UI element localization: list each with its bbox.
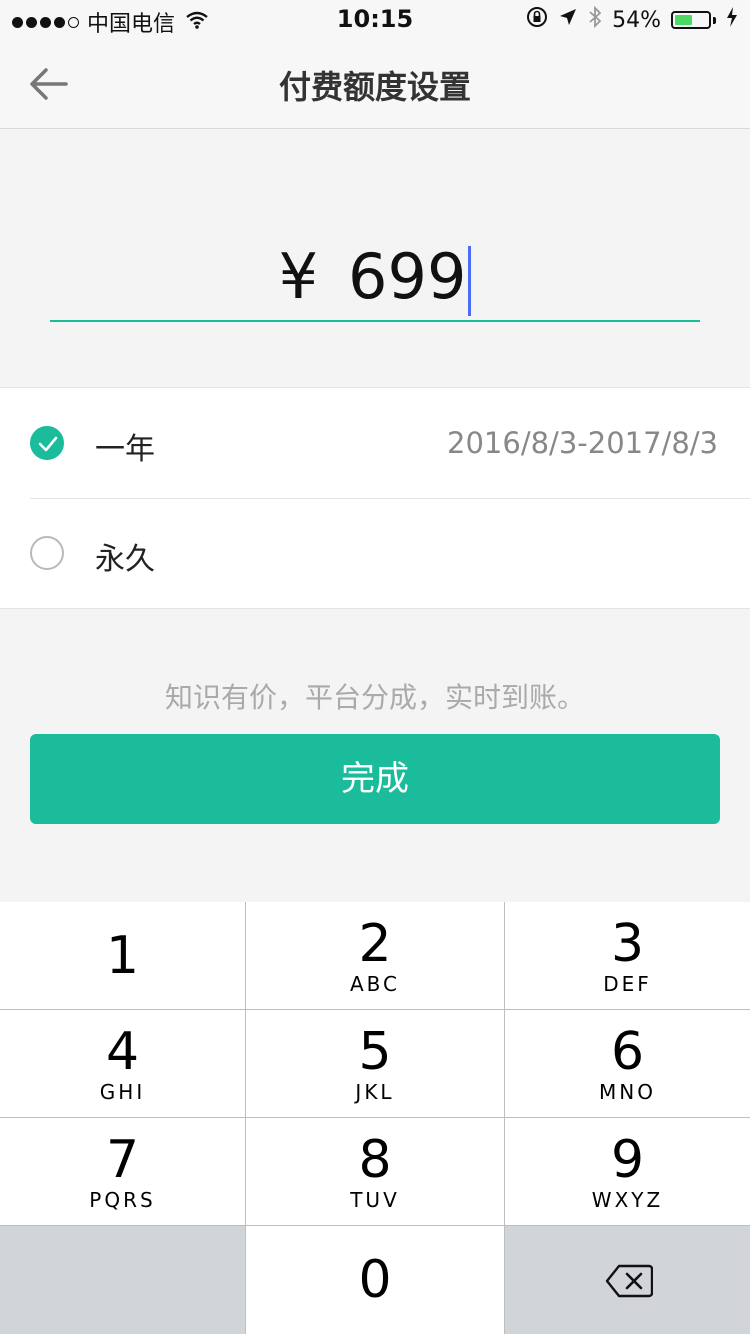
battery-icon bbox=[671, 11, 716, 29]
option-date-range: 2016/8/3-2017/8/3 bbox=[447, 426, 718, 460]
key-letters: WXYZ bbox=[591, 1188, 664, 1212]
done-button[interactable]: 完成 bbox=[30, 734, 720, 824]
key-0[interactable]: 0 bbox=[246, 1226, 505, 1334]
key-letters: JKL bbox=[355, 1080, 395, 1104]
key-digit: 8 bbox=[358, 1130, 392, 1190]
key-5[interactable]: 5 JKL bbox=[246, 1010, 505, 1118]
key-letters: PQRS bbox=[89, 1188, 156, 1212]
key-digit: 1 bbox=[105, 926, 140, 986]
backspace-icon bbox=[605, 1264, 653, 1298]
location-icon bbox=[558, 7, 578, 33]
option-label: 永久 bbox=[95, 542, 155, 577]
key-digit: 5 bbox=[358, 1022, 392, 1082]
rotation-lock-icon bbox=[526, 6, 548, 34]
battery-percent: 54% bbox=[612, 7, 661, 33]
amount-input[interactable]: ¥699 bbox=[50, 234, 700, 322]
numeric-keypad: 1 2 ABC 3 DEF 4 GHI 5 JKL 6 MNO 7 PQRS 8… bbox=[0, 902, 750, 1334]
hint-text: 知识有价，平台分成，实时到账。 bbox=[164, 681, 585, 714]
key-1[interactable]: 1 bbox=[0, 902, 246, 1010]
key-6[interactable]: 6 MNO bbox=[505, 1010, 750, 1118]
currency-symbol: ¥ bbox=[278, 240, 319, 313]
key-blank bbox=[0, 1226, 246, 1334]
key-digit: 9 bbox=[610, 1130, 645, 1190]
key-4[interactable]: 4 GHI bbox=[0, 1010, 246, 1118]
key-letters: DEF bbox=[603, 972, 652, 996]
nav-bar: 付费额度设置 bbox=[0, 40, 750, 129]
option-permanent[interactable]: 永久 bbox=[0, 498, 750, 608]
key-digit: 6 bbox=[610, 1022, 645, 1082]
status-right: 54% bbox=[526, 5, 738, 34]
bluetooth-icon bbox=[588, 5, 602, 34]
amount-value: 699 bbox=[348, 240, 467, 313]
status-bar: 中国电信 10:15 54% bbox=[0, 0, 750, 40]
key-2[interactable]: 2 ABC bbox=[246, 902, 505, 1010]
key-7[interactable]: 7 PQRS bbox=[0, 1118, 246, 1226]
option-label: 一年 bbox=[95, 432, 155, 467]
charging-icon bbox=[726, 7, 738, 33]
page-title: 付费额度设置 bbox=[278, 68, 471, 106]
key-letters: ABC bbox=[349, 972, 400, 996]
key-8[interactable]: 8 TUV bbox=[246, 1118, 505, 1226]
key-9[interactable]: 9 WXYZ bbox=[505, 1118, 750, 1226]
key-digit: 3 bbox=[610, 914, 645, 974]
key-digit: 4 bbox=[105, 1022, 140, 1082]
key-letters: GHI bbox=[99, 1080, 146, 1104]
radio-unchecked-icon[interactable] bbox=[30, 536, 64, 570]
key-digit: 0 bbox=[358, 1250, 392, 1310]
key-digit: 7 bbox=[105, 1130, 140, 1190]
key-3[interactable]: 3 DEF bbox=[505, 902, 750, 1010]
option-one-year[interactable]: 一年 2016/8/3-2017/8/3 bbox=[0, 388, 750, 498]
amount-section: ¥699 bbox=[0, 129, 750, 387]
key-digit: 2 bbox=[358, 914, 392, 974]
duration-options: 一年 2016/8/3-2017/8/3 永久 bbox=[0, 387, 750, 609]
radio-checked-icon[interactable] bbox=[30, 426, 64, 460]
key-letters: TUV bbox=[350, 1188, 400, 1212]
key-letters: MNO bbox=[599, 1080, 656, 1104]
text-caret bbox=[468, 245, 472, 316]
delete-key[interactable] bbox=[505, 1226, 750, 1334]
